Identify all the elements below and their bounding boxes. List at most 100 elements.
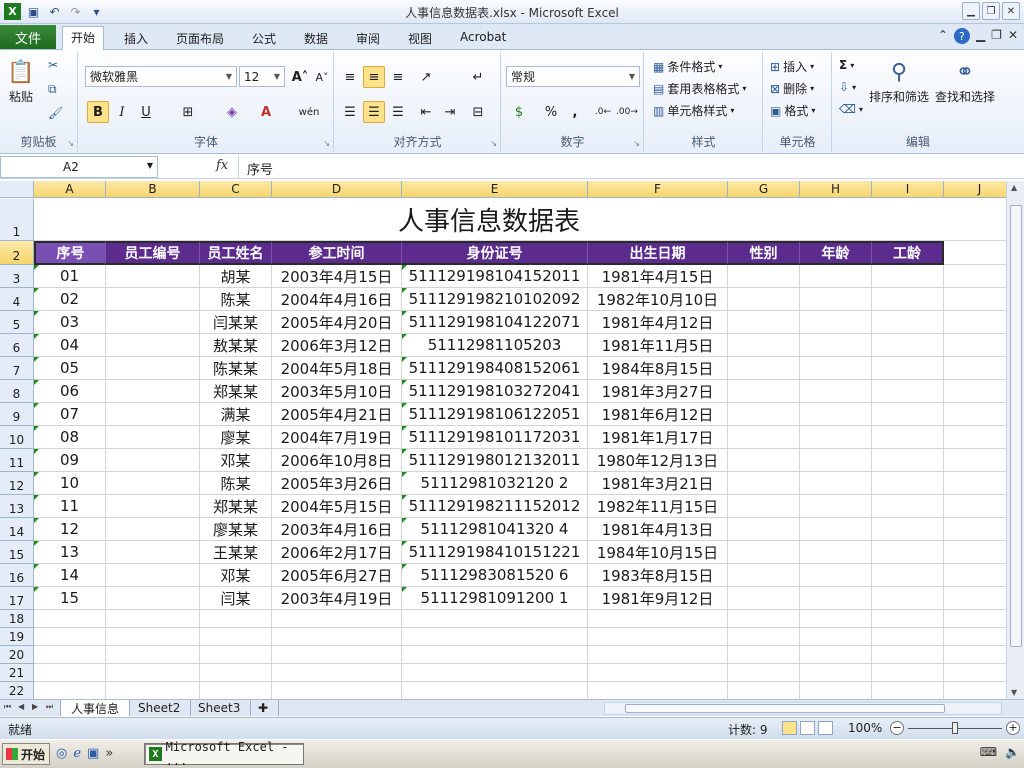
cell-id-number[interactable]: 511129198210102092 xyxy=(402,288,588,311)
cell-id-number[interactable]: 51112981041320 4 xyxy=(402,518,588,541)
cell[interactable] xyxy=(728,664,800,682)
align-left-icon[interactable]: ☰ xyxy=(339,101,361,123)
cell-start-date[interactable]: 2004年5月18日 xyxy=(272,357,402,380)
cell-start-date[interactable]: 2004年5月15日 xyxy=(272,495,402,518)
error-indicator-icon[interactable] xyxy=(34,564,39,569)
cell-start-date[interactable]: 2005年3月26日 xyxy=(272,472,402,495)
row-header-15[interactable]: 15 xyxy=(0,541,34,564)
cell-seq[interactable]: 10 xyxy=(34,472,106,495)
cell[interactable] xyxy=(728,403,800,426)
cell[interactable] xyxy=(800,426,872,449)
cell[interactable] xyxy=(728,564,800,587)
cell-id-number[interactable]: 511129198106122051 xyxy=(402,403,588,426)
error-indicator-icon[interactable] xyxy=(402,334,407,339)
error-indicator-icon[interactable] xyxy=(34,380,39,385)
cell[interactable] xyxy=(800,472,872,495)
table-header-cell[interactable]: 年龄 xyxy=(800,241,872,265)
accounting-format-icon[interactable]: $ xyxy=(508,101,530,123)
error-indicator-icon[interactable] xyxy=(402,518,407,523)
error-indicator-icon[interactable] xyxy=(402,564,407,569)
cell-employee-id[interactable] xyxy=(106,311,200,334)
cell-start-date[interactable]: 2003年4月19日 xyxy=(272,587,402,610)
cell-styles-button[interactable]: ▥ 单元格样式 ▾ xyxy=(653,102,734,119)
sheet-tab-personnel[interactable]: 人事信息 xyxy=(60,700,131,716)
cell[interactable] xyxy=(272,646,402,664)
row-header-22[interactable]: 22 xyxy=(0,682,34,699)
cell-employee-id[interactable] xyxy=(106,587,200,610)
cell-id-number[interactable]: 511129198211152012 xyxy=(402,495,588,518)
cell[interactable] xyxy=(800,449,872,472)
cell[interactable] xyxy=(872,682,944,699)
error-indicator-icon[interactable] xyxy=(34,518,39,523)
cell[interactable] xyxy=(944,265,1006,288)
zoom-out-icon[interactable]: − xyxy=(890,721,904,735)
cell[interactable] xyxy=(872,518,944,541)
zoom-in-icon[interactable]: + xyxy=(1006,721,1020,735)
cell[interactable] xyxy=(872,426,944,449)
cell-name[interactable]: 陈某 xyxy=(200,288,272,311)
cell[interactable] xyxy=(944,495,1006,518)
more-chevron-icon[interactable]: » xyxy=(105,746,113,761)
browser-icon[interactable]: ℯ xyxy=(73,746,81,761)
cell-start-date[interactable]: 2006年3月12日 xyxy=(272,334,402,357)
cell[interactable] xyxy=(402,610,588,628)
error-indicator-icon[interactable] xyxy=(402,357,407,362)
cell[interactable] xyxy=(272,610,402,628)
cell[interactable] xyxy=(728,311,800,334)
cell-id-number[interactable]: 511129198012132011 xyxy=(402,449,588,472)
cell[interactable] xyxy=(800,682,872,699)
cell[interactable] xyxy=(800,564,872,587)
cell[interactable] xyxy=(872,449,944,472)
table-header-cell[interactable]: 身份证号 xyxy=(402,241,588,265)
cell-start-date[interactable]: 2003年4月16日 xyxy=(272,518,402,541)
phonetic-guide-button[interactable]: wén xyxy=(295,101,323,123)
media-player-icon[interactable]: ▣ xyxy=(87,746,99,761)
cell-id-number[interactable]: 511129198408152061 xyxy=(402,357,588,380)
error-indicator-icon[interactable] xyxy=(402,472,407,477)
column-header-c[interactable]: C xyxy=(200,181,272,198)
cell[interactable] xyxy=(872,495,944,518)
cell[interactable] xyxy=(944,541,1006,564)
cell[interactable] xyxy=(800,587,872,610)
wrap-text-icon[interactable]: ↵ xyxy=(467,66,489,88)
error-indicator-icon[interactable] xyxy=(34,541,39,546)
zoom-slider[interactable]: − + xyxy=(890,721,1020,737)
cell[interactable] xyxy=(944,610,1006,628)
bold-button[interactable]: B xyxy=(87,101,109,123)
number-format-select[interactable]: 常规 ▼ xyxy=(506,66,640,87)
cell-id-number[interactable]: 511129198410151221 xyxy=(402,541,588,564)
cell-seq[interactable]: 11 xyxy=(34,495,106,518)
select-all-corner[interactable] xyxy=(0,181,34,198)
cell[interactable] xyxy=(872,265,944,288)
borders-icon[interactable]: ⊞ xyxy=(177,101,199,123)
cell[interactable] xyxy=(728,682,800,699)
row-header-2[interactable]: 2 xyxy=(0,241,34,265)
column-header-d[interactable]: D xyxy=(272,181,402,198)
font-name-select[interactable]: 微软雅黑 ▼ xyxy=(85,66,237,87)
font-size-select[interactable]: 12 ▼ xyxy=(239,66,285,87)
cell[interactable] xyxy=(800,664,872,682)
cell[interactable] xyxy=(872,403,944,426)
file-tab[interactable]: 文件 xyxy=(0,25,56,49)
cell[interactable] xyxy=(944,682,1006,699)
error-indicator-icon[interactable] xyxy=(402,311,407,316)
cell[interactable] xyxy=(588,610,728,628)
cell[interactable] xyxy=(944,564,1006,587)
cell[interactable] xyxy=(728,472,800,495)
cell-id-number[interactable]: 511129198103272041 xyxy=(402,380,588,403)
cell-name[interactable]: 满某 xyxy=(200,403,272,426)
cell-start-date[interactable]: 2005年6月27日 xyxy=(272,564,402,587)
cell-seq[interactable]: 04 xyxy=(34,334,106,357)
row-header-19[interactable]: 19 xyxy=(0,628,34,646)
row-header-16[interactable]: 16 xyxy=(0,564,34,587)
cell[interactable] xyxy=(106,682,200,699)
increase-indent-icon[interactable]: ⇥ xyxy=(439,101,461,123)
cell[interactable] xyxy=(872,564,944,587)
cell-employee-id[interactable] xyxy=(106,449,200,472)
cell-name[interactable]: 胡某 xyxy=(200,265,272,288)
cell[interactable] xyxy=(944,288,1006,311)
row-header-12[interactable]: 12 xyxy=(0,472,34,495)
cell-seq[interactable]: 03 xyxy=(34,311,106,334)
cell[interactable] xyxy=(728,646,800,664)
tab-insert[interactable]: 插入 xyxy=(116,28,156,50)
